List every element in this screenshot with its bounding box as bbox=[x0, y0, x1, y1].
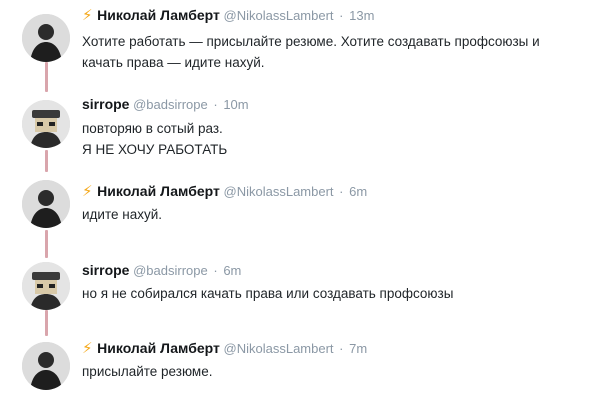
tweet-text-line: идите нахуй. bbox=[82, 207, 163, 222]
tweet-text: повторяю в сотый раз. Я НЕ ХОЧУ РАБОТАТЬ bbox=[82, 118, 592, 160]
thread-connector bbox=[45, 62, 48, 92]
tweet-text-line: но я не собирался качать права или созда… bbox=[82, 286, 454, 301]
avatar[interactable] bbox=[22, 100, 70, 148]
tweet-text-line: качать права — идите нахуй. bbox=[82, 55, 265, 70]
tweet-timestamp[interactable]: 6m bbox=[349, 184, 367, 199]
tweet-text: идите нахуй. bbox=[82, 204, 592, 225]
tweet-header: ⚡ Николай Ламберт @NikolassLambert · 6m bbox=[82, 183, 367, 200]
author-handle[interactable]: @badsirrope bbox=[133, 97, 208, 112]
avatar[interactable] bbox=[22, 342, 70, 390]
author-name[interactable]: Николай Ламберт bbox=[97, 340, 220, 356]
author-handle[interactable]: @NikolassLambert bbox=[224, 341, 334, 356]
tweet-timestamp[interactable]: 6m bbox=[223, 263, 241, 278]
meta-separator: · bbox=[339, 184, 344, 199]
meta-separator: · bbox=[339, 341, 344, 356]
lightning-bolt-icon: ⚡ bbox=[82, 7, 93, 24]
lightning-bolt-icon: ⚡ bbox=[82, 340, 93, 357]
avatar[interactable] bbox=[22, 14, 70, 62]
tweet-timestamp[interactable]: 13m bbox=[349, 8, 374, 23]
tweet-header: sirrope @badsirrope · 6m bbox=[82, 262, 241, 279]
tweet-timestamp[interactable]: 7m bbox=[349, 341, 367, 356]
avatar[interactable] bbox=[22, 262, 70, 310]
author-handle[interactable]: @NikolassLambert bbox=[224, 184, 334, 199]
author-name[interactable]: sirrope bbox=[82, 96, 129, 112]
tweet-timestamp[interactable]: 10m bbox=[223, 97, 248, 112]
avatar[interactable] bbox=[22, 180, 70, 228]
author-name[interactable]: Николай Ламберт bbox=[97, 7, 220, 23]
tweet-text: присылайте резюме. bbox=[82, 361, 592, 382]
tweet-text-line: Я НЕ ХОЧУ РАБОТАТЬ bbox=[82, 142, 228, 157]
author-name[interactable]: sirrope bbox=[82, 262, 129, 278]
tweet-text: Хотите работать — присылайте резюме. Хот… bbox=[82, 31, 592, 73]
tweet-text-line: присылайте резюме. bbox=[82, 364, 213, 379]
meta-separator: · bbox=[213, 263, 218, 278]
tweet-header: ⚡ Николай Ламберт @NikolassLambert · 13m bbox=[82, 7, 374, 24]
tweet-thread: ⚡ Николай Ламберт @NikolassLambert · 13m… bbox=[0, 0, 600, 404]
author-handle[interactable]: @NikolassLambert bbox=[224, 8, 334, 23]
tweet-text: но я не собирался качать права или созда… bbox=[82, 283, 592, 304]
author-name[interactable]: Николай Ламберт bbox=[97, 183, 220, 199]
tweet-text-line: Хотите работать — присылайте резюме. Хот… bbox=[82, 34, 540, 49]
tweet-text-line: повторяю в сотый раз. bbox=[82, 121, 223, 136]
thread-connector bbox=[45, 230, 48, 258]
lightning-bolt-icon: ⚡ bbox=[82, 183, 93, 200]
author-handle[interactable]: @badsirrope bbox=[133, 263, 208, 278]
thread-connector bbox=[45, 310, 48, 336]
meta-separator: · bbox=[213, 97, 218, 112]
tweet-header: sirrope @badsirrope · 10m bbox=[82, 96, 249, 113]
tweet-header: ⚡ Николай Ламберт @NikolassLambert · 7m bbox=[82, 340, 367, 357]
meta-separator: · bbox=[339, 8, 344, 23]
thread-connector bbox=[45, 150, 48, 172]
